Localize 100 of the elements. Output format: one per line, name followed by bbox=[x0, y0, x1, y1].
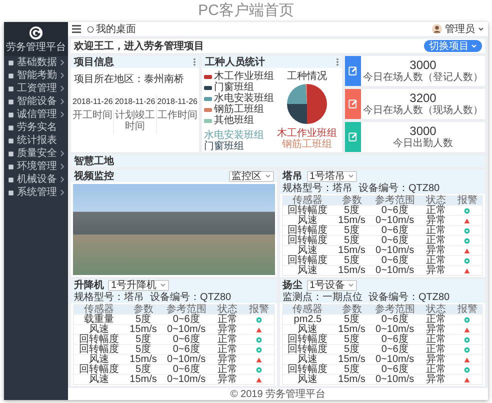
legend-label: 木工作业班组 bbox=[214, 71, 274, 82]
table-cell-text: 0~10m/s bbox=[374, 246, 416, 255]
date-label: 计划竣工时间 bbox=[114, 110, 155, 132]
stat-label: 今日在场人数（现场人数） bbox=[363, 105, 483, 116]
caret-icon bbox=[478, 26, 484, 32]
table-cell-text: 15m/s bbox=[337, 216, 366, 225]
table-cell-text: 异常 bbox=[424, 375, 447, 384]
table-cell-text: 回转幅度 bbox=[78, 335, 120, 344]
table-cell-text: 0~10m/s bbox=[374, 375, 416, 384]
table-cell-text: 5度 bbox=[344, 256, 360, 265]
welcome-text: 欢迎王工，进入劳务管理项目 bbox=[74, 40, 204, 52]
table-cell-text: 风速 bbox=[89, 325, 110, 334]
menu-item-icon bbox=[8, 86, 14, 92]
menu-item-icon bbox=[8, 98, 14, 104]
dropdown[interactable]: 1号塔吊 bbox=[306, 170, 358, 182]
menu-item-icon bbox=[8, 112, 14, 118]
nav-item[interactable]: 智能设备 bbox=[4, 95, 68, 108]
table-cell-text: 0~10m/s bbox=[374, 325, 416, 334]
dropdown[interactable]: 1号升降机 bbox=[108, 280, 169, 290]
dropdown[interactable]: 监控区 bbox=[228, 170, 274, 182]
table-cell-text: 5度 bbox=[136, 345, 152, 354]
table-cell-text: 载重量 bbox=[83, 315, 116, 324]
nav-item[interactable]: 机械设备 bbox=[4, 173, 68, 186]
table-cell-text: 15m/s bbox=[337, 246, 366, 255]
table-cell-text: 正常 bbox=[424, 256, 447, 265]
menu-item-icon bbox=[8, 72, 14, 78]
footer-text: © 2019 劳务管理平台 bbox=[230, 388, 326, 400]
nav-item[interactable]: 基础数据 bbox=[4, 56, 68, 69]
table-cell-text: 5度 bbox=[344, 365, 360, 374]
table-cell-text: 0~6度 bbox=[172, 365, 200, 374]
nav-item[interactable]: 智能考勤 bbox=[4, 69, 68, 82]
table-cell-text: 正常 bbox=[216, 315, 238, 324]
dropdown[interactable]: 1号设备 bbox=[306, 280, 358, 290]
more-icon[interactable] bbox=[193, 58, 196, 66]
table-cell-text: 回转幅度 bbox=[286, 226, 329, 235]
more-icon[interactable] bbox=[336, 58, 339, 66]
table-cell-text: 0~6度 bbox=[381, 315, 408, 324]
card-title: 升降机 bbox=[74, 280, 104, 290]
table-cell-text: 异常 bbox=[424, 246, 447, 255]
table-cell-text: 异常 bbox=[424, 266, 447, 275]
table-cell-text: 异常 bbox=[424, 325, 447, 334]
device-info: 设备编号：QTZ80 bbox=[150, 292, 232, 302]
table-cell-text: 5度 bbox=[344, 206, 360, 215]
table-cell-text: 0~10m/s bbox=[374, 266, 416, 275]
date-value: 2018-11-26 bbox=[157, 97, 198, 107]
table-cell-text: 异常 bbox=[216, 325, 238, 334]
table-cell-text: 回转幅度 bbox=[286, 365, 329, 374]
column-header: 参考范围 bbox=[374, 196, 416, 205]
date-label: 工作时间 bbox=[157, 110, 198, 121]
table-cell-text: 风速 bbox=[88, 375, 110, 384]
nav-item[interactable]: 质量安全 bbox=[4, 147, 68, 160]
card-title: 塔吊 bbox=[282, 170, 302, 182]
column-header: 参考范围 bbox=[165, 305, 208, 314]
nav-item[interactable]: 劳务实名 bbox=[4, 121, 68, 134]
table-cell-text: 风速 bbox=[296, 266, 319, 275]
caret-icon bbox=[160, 282, 166, 288]
table-cell-text: 异常 bbox=[216, 375, 238, 384]
column-header: 传感器 bbox=[83, 305, 116, 314]
caret-icon bbox=[471, 43, 477, 49]
nav-item[interactable]: 统计报表 bbox=[4, 134, 68, 147]
table-cell-text: 正常 bbox=[216, 365, 238, 374]
table-cell-text: 正常 bbox=[424, 315, 447, 324]
card-title: 扬尘 bbox=[282, 280, 302, 290]
card-title: 工种人员统计 bbox=[205, 56, 265, 68]
table-cell-text: 0~6度 bbox=[381, 365, 408, 374]
menu-item-icon bbox=[8, 190, 14, 196]
table-cell-text: 回转幅度 bbox=[286, 345, 329, 354]
user-menu[interactable]: 管理员 bbox=[445, 24, 475, 34]
caret-icon bbox=[348, 173, 354, 179]
table-cell-text: 5度 bbox=[134, 335, 152, 344]
table-cell-text: 0~6度 bbox=[381, 256, 408, 265]
column-header: 状态 bbox=[424, 196, 447, 205]
table-cell-text: 回转幅度 bbox=[78, 365, 120, 374]
table-cell-text: 0~6度 bbox=[172, 345, 200, 354]
table-cell-text: 15m/s bbox=[128, 325, 158, 334]
table-cell-text: 15m/s bbox=[337, 266, 366, 275]
table-cell-text: 0~10m/s bbox=[374, 355, 416, 364]
table-cell-text: 风速 bbox=[296, 375, 319, 384]
edit-icon bbox=[348, 66, 358, 76]
table-cell-text: 5度 bbox=[344, 315, 360, 324]
table-cell-text: 回转幅度 bbox=[286, 236, 329, 245]
table-cell-text: 回转幅度 bbox=[286, 335, 329, 344]
column-header: 状态 bbox=[424, 305, 447, 314]
card-title: 项目信息 bbox=[74, 56, 114, 68]
nav-item[interactable]: 工资管理 bbox=[4, 82, 68, 95]
menu-item-icon bbox=[8, 150, 14, 156]
column-header: 传感器 bbox=[292, 305, 324, 314]
date-label: 开工时间 bbox=[72, 110, 113, 121]
column-header: 报警 bbox=[456, 305, 478, 314]
breadcrumb[interactable]: 我的桌面 bbox=[96, 24, 136, 34]
table-cell-text: 0~6度 bbox=[380, 335, 410, 344]
nav-item[interactable]: 环境管理 bbox=[4, 160, 68, 173]
column-header: 报警 bbox=[456, 196, 478, 205]
device-info: 规格型号：塔吊 bbox=[74, 292, 144, 302]
nav-item[interactable]: 诚信管理 bbox=[4, 108, 68, 121]
switch-project-button[interactable]: 切换项目 bbox=[424, 40, 482, 52]
home-icon bbox=[87, 26, 94, 32]
pie-label: 水电安装班组 bbox=[204, 130, 265, 141]
menu-icon[interactable] bbox=[72, 25, 81, 33]
nav-item[interactable]: 系统管理 bbox=[4, 186, 68, 199]
